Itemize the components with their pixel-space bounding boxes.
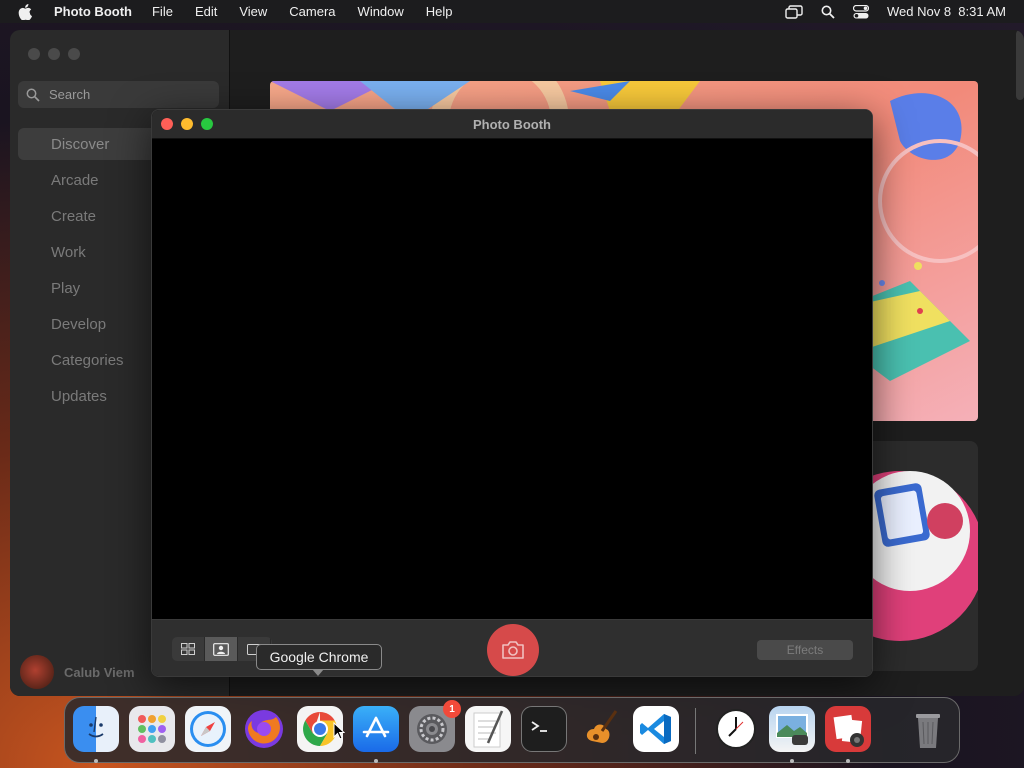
window-controls	[161, 118, 213, 130]
finder-icon[interactable]	[73, 706, 119, 752]
launchpad-icon[interactable]	[129, 706, 175, 752]
terminal-icon[interactable]	[521, 706, 567, 752]
menu-clock[interactable]: Wed Nov 8 8:31 AM	[887, 4, 1006, 19]
apple-menu-icon[interactable]	[18, 3, 34, 20]
menu-view[interactable]: View	[239, 4, 267, 19]
menu-camera[interactable]: Camera	[289, 4, 335, 19]
photo-booth-icon[interactable]	[825, 706, 871, 752]
control-center-icon[interactable]	[853, 4, 869, 19]
four-up-photo-mode-button[interactable]	[172, 637, 205, 661]
search-icon	[26, 88, 40, 102]
app-store-window-controls	[28, 48, 80, 60]
account-name: Calub Viem	[64, 664, 135, 680]
minimize-button[interactable]	[181, 118, 193, 130]
camera-icon	[502, 641, 524, 659]
menu-app-name[interactable]: Photo Booth	[54, 4, 132, 19]
maximize-button-inactive[interactable]	[68, 48, 80, 60]
single-photo-mode-button[interactable]	[205, 637, 238, 661]
garageband-icon[interactable]	[577, 706, 623, 752]
take-photo-button[interactable]	[487, 624, 539, 676]
trash-icon[interactable]	[905, 706, 951, 752]
finder-running-indicator	[94, 759, 98, 763]
screen-mirroring-icon[interactable]	[785, 4, 803, 19]
window-title: Photo Booth	[473, 116, 551, 132]
scrollbar[interactable]	[1016, 30, 1024, 100]
notification-badge: 1	[443, 700, 461, 718]
safari-icon[interactable]	[185, 706, 231, 752]
clock-icon[interactable]	[713, 706, 759, 752]
mouse-cursor-icon	[333, 721, 346, 745]
portrait-icon	[213, 642, 229, 656]
app-store-running-indicator	[374, 759, 378, 763]
dock-separator	[695, 708, 696, 754]
visual-studio-code-icon[interactable]	[633, 706, 679, 752]
app-store-search-field[interactable]: Search	[18, 81, 219, 108]
effects-button[interactable]: Effects	[757, 640, 853, 660]
firefox-icon[interactable]	[241, 706, 287, 752]
dock-tooltip: Google Chrome	[256, 644, 382, 670]
dock: 1	[64, 697, 960, 763]
account-button[interactable]: Calub Viem	[20, 655, 135, 689]
textedit-icon[interactable]	[465, 706, 511, 752]
menu-file[interactable]: File	[152, 4, 173, 19]
minimize-button-inactive[interactable]	[48, 48, 60, 60]
photo-booth-titlebar[interactable]: Photo Booth	[152, 110, 872, 139]
close-button[interactable]	[161, 118, 173, 130]
photo-booth-running-indicator	[846, 759, 850, 763]
photo-booth-window: Photo Booth Effects	[151, 109, 873, 677]
close-button-inactive[interactable]	[28, 48, 40, 60]
preview-icon[interactable]	[769, 706, 815, 752]
maximize-button[interactable]	[201, 118, 213, 130]
avatar	[20, 655, 54, 689]
search-placeholder: Search	[49, 87, 91, 102]
menu-window[interactable]: Window	[358, 4, 404, 19]
system-settings-icon[interactable]: 1	[409, 700, 461, 752]
menu-bar: Photo Booth File Edit View Camera Window…	[0, 0, 1024, 23]
spotlight-search-icon[interactable]	[821, 5, 835, 19]
grid-icon	[181, 643, 195, 655]
camera-preview	[152, 139, 872, 619]
app-store-icon[interactable]	[353, 706, 399, 752]
preview-running-indicator	[790, 759, 794, 763]
tooltip-arrow	[312, 669, 324, 676]
menu-edit[interactable]: Edit	[195, 4, 217, 19]
menu-help[interactable]: Help	[426, 4, 453, 19]
